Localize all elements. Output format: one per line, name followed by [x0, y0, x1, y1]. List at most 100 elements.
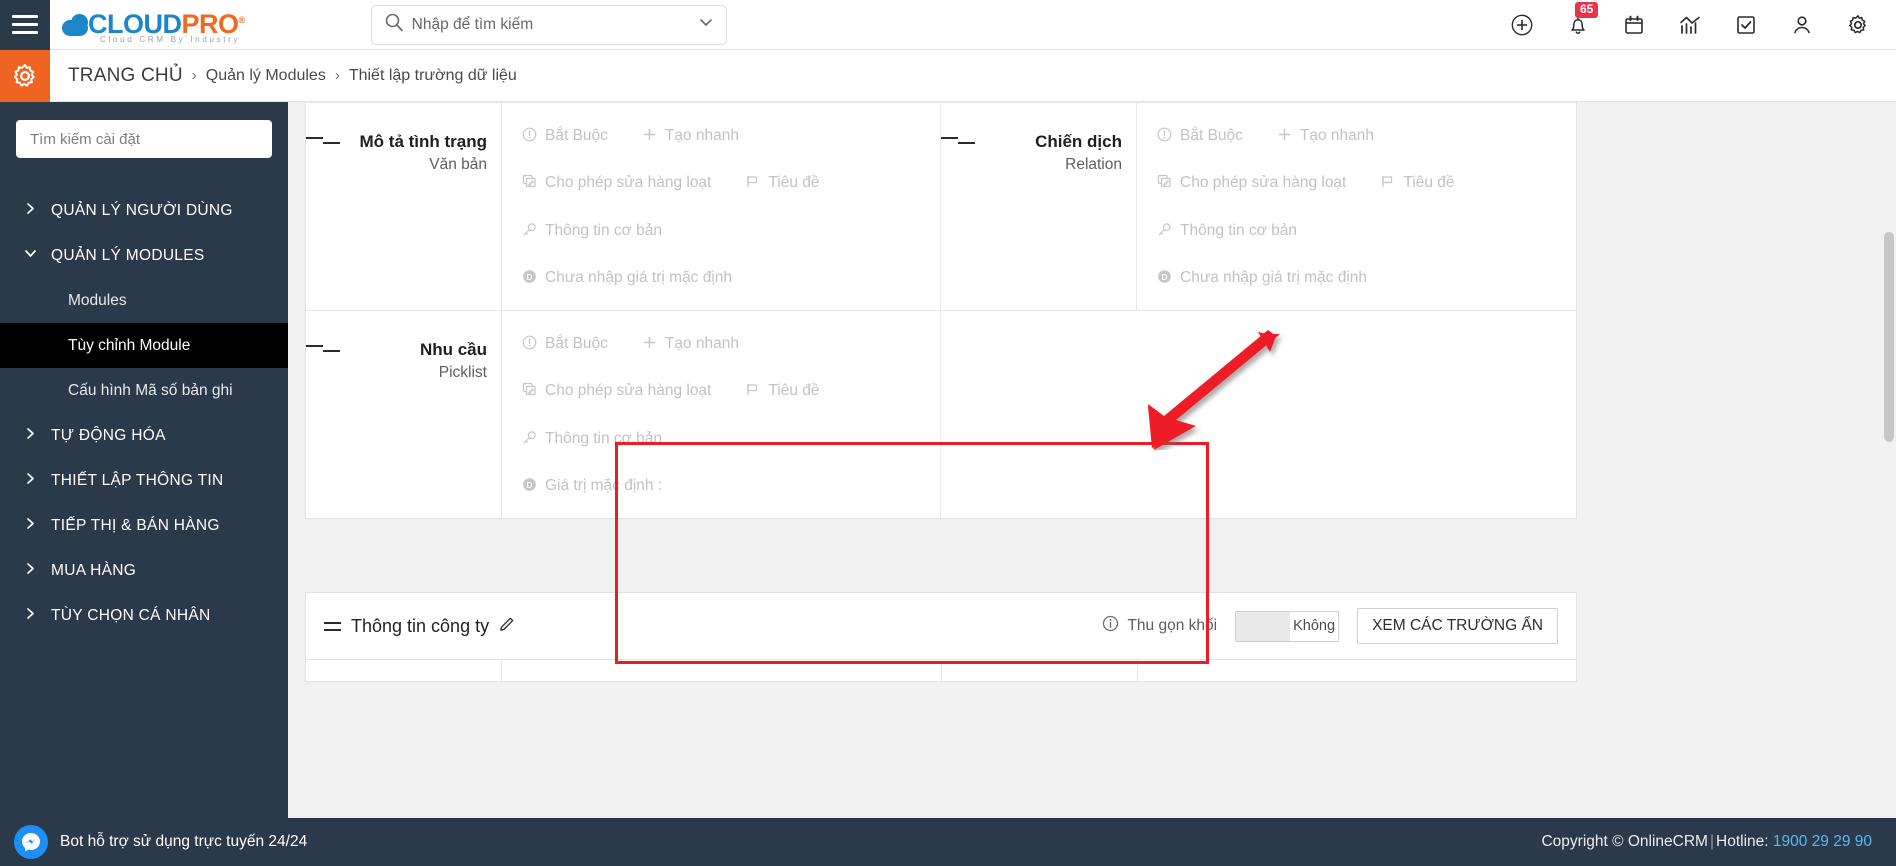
sidebar-item-module-management[interactable]: QUẢN LÝ MODULES	[0, 233, 288, 278]
key-icon	[522, 222, 538, 244]
gear-icon[interactable]	[1846, 13, 1870, 37]
collapse-block-toggle[interactable]: Không	[1235, 610, 1340, 642]
option-basic-info[interactable]: Thông tin cơ bản	[522, 220, 662, 244]
sidebar: QUẢN LÝ NGƯỜI DÙNG QUẢN LÝ MODULES Modul…	[0, 102, 288, 866]
drag-handle-icon[interactable]	[306, 339, 340, 352]
next-field-row-stub	[305, 660, 1577, 682]
user-icon[interactable]	[1790, 13, 1814, 37]
option-basic-info[interactable]: Thông tin cơ bản	[522, 428, 662, 452]
field-row: Mô tả tình trạng Văn bản Bắt Buộc Tạo nh…	[306, 102, 1576, 310]
sidebar-item-automation[interactable]: TỰ ĐỘNG HÓA	[0, 413, 288, 458]
sidebar-item-info-setup[interactable]: THIẾT LẬP THÔNG TIN	[0, 458, 288, 503]
field-card-nhu-cau[interactable]: Nhu cầu Picklist Bắt Buộc Tạo nhanh Cho …	[306, 309, 941, 518]
global-search[interactable]	[370, 4, 727, 45]
add-circle-icon[interactable]	[1510, 13, 1534, 37]
vertical-scrollbar[interactable]	[1882, 102, 1896, 866]
option-label: Bắt Buộc	[1180, 127, 1243, 144]
chevron-right-icon	[24, 517, 37, 535]
drag-handle-icon[interactable]	[306, 131, 340, 144]
field-layout-panel: Mô tả tình trạng Văn bản Bắt Buộc Tạo nh…	[305, 102, 1577, 519]
option-label: Thông tin cơ bản	[545, 221, 663, 239]
sidebar-item-purchasing[interactable]: MUA HÀNG	[0, 548, 288, 593]
header-icon-group: 65	[1510, 1, 1896, 37]
hotline-number-link[interactable]: 1900 29 29 90	[1773, 833, 1872, 850]
sidebar-item-marketing-sales[interactable]: TIẾP THỊ & BÁN HÀNG	[0, 503, 288, 548]
cloud-icon	[62, 13, 96, 37]
option-required[interactable]: Bắt Buộc	[522, 125, 608, 149]
option-default-value[interactable]: D Giá trị mặc định :	[522, 475, 662, 499]
sidebar-item-label: QUẢN LÝ NGƯỜI DÙNG	[51, 201, 233, 219]
drag-handle-icon[interactable]	[941, 131, 975, 144]
hotline-label: Hotline:	[1716, 833, 1769, 850]
sidebar-item-label: THIẾT LẬP THÔNG TIN	[51, 471, 224, 489]
option-quick-create[interactable]: Tạo nhanh	[642, 125, 739, 149]
option-basic-info[interactable]: Thông tin cơ bản	[1157, 220, 1297, 244]
field-type: Relation	[1065, 156, 1122, 174]
support-chat-text: Bot hỗ trợ sử dụng trực tuyến 24/24	[60, 833, 308, 850]
key-icon	[522, 430, 538, 452]
scrollbar-thumb[interactable]	[1884, 232, 1894, 442]
option-label: Cho phép sửa hàng loạt	[545, 382, 712, 400]
field-card-left: Mô tả tình trạng Văn bản	[306, 103, 502, 310]
search-icon	[384, 12, 404, 37]
logo-tagline: Cloud CRM By Industry	[100, 34, 241, 44]
option-title[interactable]: Tiêu đề	[745, 380, 820, 404]
exclamation-circle-icon	[1157, 127, 1173, 149]
app-logo[interactable]: CLOUDPRO® Cloud CRM By Industry	[62, 0, 245, 50]
key-icon	[1157, 222, 1173, 244]
plus-icon	[642, 127, 658, 149]
svg-text:D: D	[1161, 272, 1167, 282]
sidebar-search[interactable]	[16, 120, 272, 158]
settings-gear-icon[interactable]	[0, 49, 50, 102]
sidebar-item-user-management[interactable]: QUẢN LÝ NGƯỜI DÙNG	[0, 188, 288, 233]
sidebar-item-customize-module[interactable]: Tùy chỉnh Module	[0, 323, 288, 368]
block-title: Thông tin công ty	[351, 615, 490, 636]
view-hidden-fields-button[interactable]: XEM CÁC TRƯỜNG ẨN	[1357, 608, 1558, 644]
calendar-icon[interactable]	[1622, 13, 1646, 37]
option-default-value[interactable]: D Chưa nhập giá trị mặc định	[1157, 267, 1367, 291]
bell-icon[interactable]: 65	[1566, 1, 1599, 37]
option-quick-create[interactable]: Tạo nhanh	[642, 333, 739, 357]
main-content: Mô tả tình trạng Văn bản Bắt Buộc Tạo nh…	[288, 102, 1896, 866]
collapse-block-label: Thu gọn khối	[1127, 617, 1218, 634]
option-label: Tiêu đề	[768, 382, 820, 400]
chevron-down-icon[interactable]	[698, 14, 714, 35]
breadcrumb-item-modules[interactable]: Quản lý Modules	[206, 67, 326, 85]
field-card-mo-ta-tinh-trang[interactable]: Mô tả tình trạng Văn bản Bắt Buộc Tạo nh…	[306, 102, 941, 310]
option-title[interactable]: Tiêu đề	[1380, 172, 1455, 196]
sidebar-item-label: Tùy chỉnh Module	[68, 336, 191, 354]
option-label: Tiêu đề	[1403, 174, 1455, 192]
footer-copyright: Copyright © OnlineCRM | Hotline: 1900 29 2…	[1541, 833, 1872, 851]
sidebar-item-label: TÙY CHỌN CÁ NHÂN	[51, 606, 211, 624]
option-mass-edit[interactable]: Cho phép sửa hàng loạt	[522, 172, 711, 196]
sidebar-item-personal-settings[interactable]: TÙY CHỌN CÁ NHÂN	[0, 593, 288, 638]
hamburger-icon[interactable]	[0, 0, 50, 50]
option-default-value[interactable]: D Chưa nhập giá trị mặc định	[522, 267, 732, 291]
sidebar-item-record-id-config[interactable]: Cấu hình Mã số bản ghi	[0, 368, 288, 413]
breadcrumb-home[interactable]: TRANG CHỦ	[68, 65, 183, 87]
option-title[interactable]: Tiêu đề	[745, 172, 820, 196]
option-required[interactable]: Bắt Buộc	[1157, 125, 1243, 149]
option-mass-edit[interactable]: Cho phép sửa hàng loạt	[1157, 172, 1346, 196]
option-quick-create[interactable]: Tạo nhanh	[1277, 125, 1374, 149]
field-name: Mô tả tình trạng	[359, 132, 487, 151]
option-mass-edit[interactable]: Cho phép sửa hàng loạt	[522, 380, 711, 404]
sidebar-search-input[interactable]	[30, 130, 258, 148]
breadcrumb: TRANG CHỦ › Quản lý Modules › Thiết lập …	[68, 65, 517, 87]
copyright-text: Copyright © OnlineCRM	[1541, 833, 1708, 850]
pencil-icon[interactable]	[499, 615, 516, 637]
breadcrumb-item-field-setup[interactable]: Thiết lập trường dữ liệu	[349, 67, 517, 85]
field-type: Picklist	[438, 363, 487, 381]
task-check-icon[interactable]	[1734, 13, 1758, 37]
option-required[interactable]: Bắt Buộc	[522, 333, 608, 357]
sidebar-item-modules[interactable]: Modules	[0, 278, 288, 323]
block-controls: Thu gọn khối Không XEM CÁC TRƯỜNG ẨN	[1102, 608, 1558, 644]
option-label: Chưa nhập giá trị mặc định	[1180, 269, 1368, 287]
svg-text:D: D	[526, 480, 532, 490]
search-input[interactable]	[411, 15, 692, 34]
field-card-chien-dich[interactable]: Chiến dịch Relation Bắt Buộc Tạo nhanh C…	[941, 102, 1576, 310]
support-chat-launcher[interactable]: Bot hỗ trợ sử dụng trực tuyến 24/24	[14, 825, 307, 859]
drag-handle-icon[interactable]	[324, 621, 341, 631]
block-title-group: Thông tin công ty	[324, 615, 516, 637]
analytics-icon[interactable]	[1678, 13, 1702, 37]
